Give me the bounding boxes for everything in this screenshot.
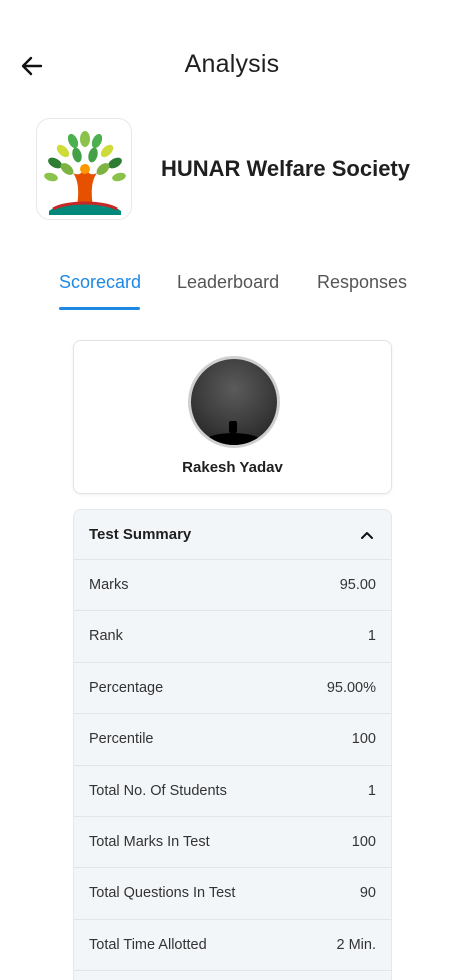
tab-bar: Scorecard Leaderboard Responses: [0, 262, 464, 314]
chevron-up-icon: [361, 532, 373, 539]
active-tab-indicator: [59, 307, 140, 310]
user-name: Rakesh Yadav: [182, 459, 283, 476]
summary-row: Rank 1: [74, 611, 391, 663]
summary-row: Total Time Allotted 2 Min.: [74, 920, 391, 972]
tab-leaderboard[interactable]: Leaderboard: [177, 272, 279, 293]
summary-row-value: 100: [351, 833, 376, 850]
summary-row-label: Total Marks In Test: [89, 833, 210, 850]
avatar: [188, 356, 280, 448]
summary-row: Percentage 95.00%: [74, 663, 391, 715]
tree-logo-icon: [44, 131, 126, 215]
summary-row: Percentile 100: [74, 714, 391, 766]
collapse-button[interactable]: [355, 523, 379, 547]
summary-row: Total No. Of Students 1: [74, 766, 391, 817]
summary-row-value: 100: [351, 731, 376, 748]
page-title: Analysis: [184, 50, 280, 78]
person-silhouette-icon: [203, 421, 263, 445]
summary-title: Test Summary: [89, 526, 192, 543]
summary-row-label: Total No. Of Students: [89, 782, 227, 799]
summary-row-label: Total Time Allotted: [89, 936, 207, 953]
summary-row-label: Percentile: [89, 731, 154, 748]
app-header: Analysis: [0, 38, 464, 94]
summary-row-label: Marks: [89, 577, 129, 593]
summary-row-label: Percentage: [89, 679, 164, 696]
summary-row-value: 2 Min.: [336, 936, 377, 953]
summary-row: Total Marks In Test 100: [74, 817, 391, 869]
profile-card: Rakesh Yadav: [73, 340, 392, 494]
tab-scorecard[interactable]: Scorecard: [59, 272, 141, 293]
summary-row: Total Questions In Test 90: [74, 868, 391, 920]
summary-row-value: 1: [367, 782, 376, 799]
org-name: HUNAR Welfare Society: [161, 156, 410, 181]
org-section: HUNAR Welfare Society: [36, 118, 456, 222]
tab-responses[interactable]: Responses: [317, 272, 407, 293]
org-logo: [36, 118, 132, 220]
test-summary-panel: Test Summary Marks 95.00 Rank 1 Percentage 95…: [73, 509, 392, 980]
summary-rows: Marks 95.00 Rank 1 Percentage 95.00% Percentil…: [74, 560, 391, 972]
summary-row-label: Total Questions In Test: [89, 885, 236, 902]
summary-row-value: 95.00: [339, 577, 376, 593]
summary-row-value: 90: [359, 885, 376, 902]
summary-row-label: Rank: [89, 628, 123, 645]
summary-row-value: 95.00%: [326, 679, 376, 696]
summary-header[interactable]: Test Summary: [74, 510, 391, 560]
summary-row: Marks 95.00: [74, 560, 391, 612]
summary-row-value: 1: [367, 628, 376, 645]
